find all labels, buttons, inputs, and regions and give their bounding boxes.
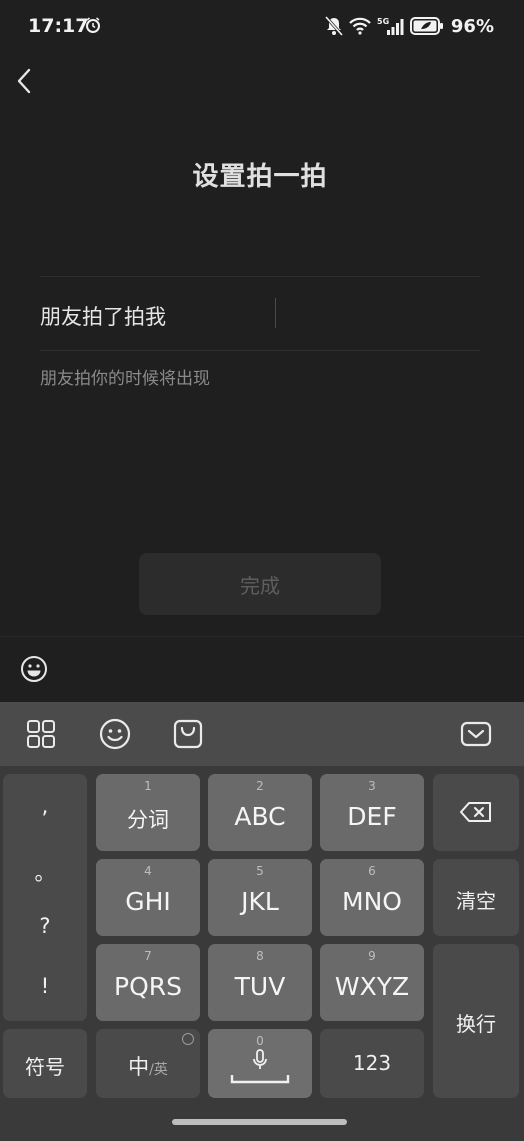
key-7-pqrs[interactable]: 7 PQRS (96, 944, 200, 1021)
key-8-tuv[interactable]: 8 TUV (208, 944, 312, 1021)
punct-comma-key[interactable]: , (3, 794, 87, 818)
collapse-keyboard-icon[interactable] (460, 718, 492, 750)
key-1-fenci[interactable]: 1 分词 (96, 774, 200, 851)
alarm-icon (86, 17, 100, 33)
bag-icon[interactable] (172, 718, 204, 750)
space-key[interactable]: 0 (208, 1029, 312, 1098)
key-2-abc[interactable]: 2 ABC (208, 774, 312, 851)
page-title: 设置拍一拍 (192, 162, 328, 192)
keyboard-toolbar (0, 702, 524, 766)
home-indicator[interactable] (172, 1119, 347, 1125)
newline-key[interactable]: 换行 (433, 944, 519, 1098)
symbols-key[interactable]: 符号 (3, 1029, 87, 1098)
back-icon[interactable] (12, 66, 38, 96)
key-5-jkl[interactable]: 5 JKL (208, 859, 312, 936)
punctuation-column[interactable]: , 。 ? ! (3, 774, 87, 1021)
punct-period-key[interactable]: 。 (3, 857, 87, 887)
smiley-icon[interactable] (99, 718, 131, 750)
backspace-key[interactable] (433, 774, 519, 851)
status-time: 17:17 (28, 15, 89, 37)
grid-icon[interactable] (25, 718, 57, 750)
lang-alt-label: /英 (149, 1062, 168, 1078)
key-4-ghi[interactable]: 4 GHI (96, 859, 200, 936)
emoji-icon[interactable] (20, 655, 48, 683)
emoji-bar (0, 636, 524, 702)
key-9-wxyz[interactable]: 9 WXYZ (320, 944, 424, 1021)
wifi-icon (349, 17, 371, 35)
signal-icon: 5G (377, 17, 404, 35)
pat-input-field[interactable]: 朋友拍了拍我 (40, 278, 480, 350)
battery-icon (409, 17, 443, 35)
language-switch-key[interactable]: 中/英 (96, 1029, 200, 1098)
key-6-mno[interactable]: 6 MNO (320, 859, 424, 936)
text-cursor (275, 298, 276, 328)
divider-bottom (40, 350, 480, 351)
svg-text:5G: 5G (377, 17, 389, 26)
space-bar-glyph (230, 1075, 290, 1084)
lang-indicator-icon (182, 1033, 194, 1045)
punct-exclaim-key[interactable]: ! (3, 974, 87, 998)
mute-icon (324, 16, 343, 36)
status-bar: 17:17 5G 96% (0, 0, 524, 54)
backspace-icon (460, 802, 491, 822)
divider-top (40, 276, 480, 277)
hint-text: 朋友拍你的时候将出现 (40, 369, 210, 389)
clear-key[interactable]: 清空 (433, 859, 519, 936)
input-prefix-label: 朋友拍了拍我 (40, 305, 166, 329)
key-3-def[interactable]: 3 DEF (320, 774, 424, 851)
numbers-key[interactable]: 123 (320, 1029, 424, 1098)
lang-main-label: 中 (128, 1055, 150, 1079)
status-icons: 5G 96% (324, 14, 494, 38)
done-button[interactable]: 完成 (139, 553, 381, 615)
punct-question-key[interactable]: ? (3, 914, 87, 938)
battery-percent: 96% (450, 15, 494, 37)
microphone-icon (253, 1049, 267, 1069)
